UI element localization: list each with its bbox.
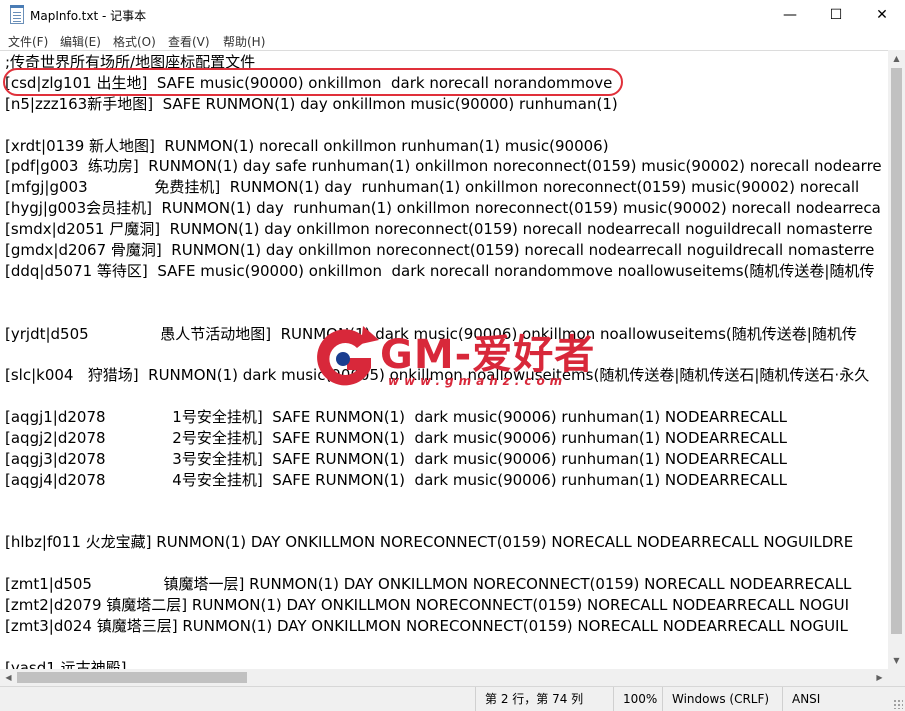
- status-encoding: ANSI: [782, 687, 905, 711]
- resize-grip-icon[interactable]: [893, 699, 903, 709]
- text-line: [5, 303, 882, 324]
- window-title: MapInfo.txt - 记事本: [30, 9, 147, 23]
- editor-text[interactable]: ;传奇世界所有场所/地图座标配置文件 [csd|zlg101 出生地] SAFE …: [5, 52, 882, 669]
- text-line: [gmdx|d2067 骨魔洞] RUNMON(1) day onkillmon…: [5, 241, 875, 260]
- text-line: [zmt3|d024 镇魔塔三层] RUNMON(1) DAY ONKILLMO…: [5, 617, 848, 636]
- scrollbar-corner: [888, 669, 905, 686]
- minimize-button[interactable]: —: [767, 0, 813, 30]
- text-line: [5, 282, 882, 303]
- maximize-button[interactable]: ☐: [813, 0, 859, 30]
- status-zoom: 100%: [613, 687, 662, 711]
- menu-view[interactable]: 查看(V): [168, 33, 210, 50]
- text-line: [hygj|g003会员挂机] RUNMON(1) day runhuman(1…: [5, 199, 881, 218]
- text-line: [csd|zlg101 出生地] SAFE music(90000) onkil…: [5, 73, 613, 92]
- text-line: [zmt2|d2079 镇魔塔二层] RUNMON(1) DAY ONKILLM…: [5, 596, 850, 615]
- text-line: [hlbz|f011 火龙宝藏] RUNMON(1) DAY ONKILLMON…: [5, 533, 854, 552]
- status-bar: 第 2 行，第 74 列 100% Windows (CRLF) ANSI: [0, 686, 905, 711]
- menu-file[interactable]: 文件(F): [8, 33, 48, 50]
- scroll-right-icon[interactable]: ▶: [871, 669, 888, 686]
- status-line-ending: Windows (CRLF): [662, 687, 782, 711]
- menu-help[interactable]: 帮助(H): [223, 33, 265, 50]
- text-line: [5, 512, 882, 533]
- text-line: [aqgj4|d2078 4号安全挂机] SAFE RUNMON(1) dark…: [5, 470, 788, 489]
- scroll-down-icon[interactable]: ▼: [888, 652, 905, 669]
- text-line: [slc|k004 狩猎场] RUNMON(1) dark music(9000…: [5, 366, 870, 385]
- text-line: [aqgj3|d2078 3号安全挂机] SAFE RUNMON(1) dark…: [5, 449, 788, 468]
- text-line: [5, 491, 882, 512]
- text-line: [5, 637, 882, 658]
- text-line: [5, 344, 882, 365]
- text-line: [ddq|d5071 等待区] SAFE music(90000) onkill…: [5, 261, 875, 280]
- text-line: [n5|zzz163新手地图] SAFE RUNMON(1) day onkil…: [5, 94, 618, 113]
- close-button[interactable]: ✕: [859, 0, 905, 30]
- text-line: [smdx|d2051 尸魔洞] RUNMON(1) day onkillmon…: [5, 220, 873, 239]
- text-line: [5, 553, 882, 574]
- scroll-left-icon[interactable]: ◀: [0, 669, 17, 686]
- text-line: [yasd1 远古神殿]: [5, 658, 127, 669]
- scroll-up-icon[interactable]: ▲: [888, 50, 905, 67]
- horizontal-scrollbar[interactable]: ◀ ▶: [0, 669, 888, 686]
- text-line: [yrjdt|d505 愚人节活动地图] RUNMON(1) dark musi…: [5, 324, 857, 343]
- text-line: [aqgj1|d2078 1号安全挂机] SAFE RUNMON(1) dark…: [5, 408, 788, 427]
- text-line: ;传奇世界所有场所/地图座标配置文件: [5, 53, 256, 71]
- text-line: [mfgj|g003 免费挂机] RUNMON(1) day runhuman(…: [5, 178, 860, 197]
- title-bar[interactable]: MapInfo.txt - 记事本 — ☐ ✕: [0, 0, 905, 30]
- text-line: [aqgj2|d2078 2号安全挂机] SAFE RUNMON(1) dark…: [5, 429, 788, 448]
- menu-format[interactable]: 格式(O): [113, 33, 156, 50]
- notepad-icon: [10, 5, 24, 24]
- text-line: [5, 386, 882, 407]
- text-line: [pdf|g003 练功房] RUNMON(1) day safe runhum…: [5, 157, 882, 176]
- menu-edit[interactable]: 编辑(E): [60, 33, 101, 50]
- horizontal-scroll-thumb[interactable]: [17, 672, 247, 683]
- text-line: [xrdt|0139 新人地图] RUNMON(1) norecall onki…: [5, 136, 609, 155]
- status-cursor-position: 第 2 行，第 74 列: [475, 687, 613, 711]
- vertical-scroll-thumb[interactable]: [891, 68, 902, 634]
- menu-bar: 文件(F) 编辑(E) 格式(O) 查看(V) 帮助(H): [0, 30, 905, 50]
- text-line: [zmt1|d505 镇魔塔一层] RUNMON(1) DAY ONKILLMO…: [5, 575, 852, 594]
- text-editor[interactable]: ;传奇世界所有场所/地图座标配置文件 [csd|zlg101 出生地] SAFE …: [0, 50, 888, 669]
- vertical-scrollbar[interactable]: ▲ ▼: [888, 50, 905, 669]
- text-line: [5, 115, 882, 136]
